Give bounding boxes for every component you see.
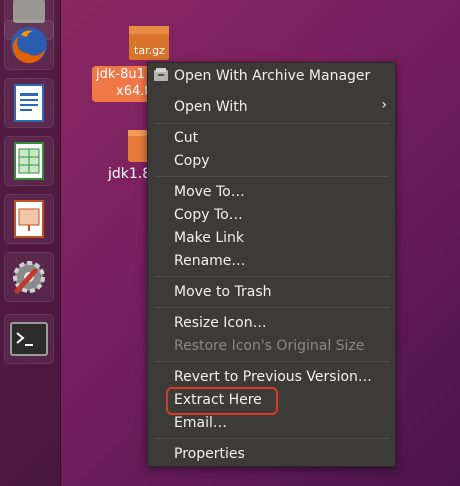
archive-file-icon[interactable]: tar.gz: [128, 24, 170, 66]
unity-launcher: [0, 0, 61, 486]
menu-separator: [154, 307, 389, 308]
archive-icon-text: tar.gz: [134, 44, 165, 57]
folder-label: jdk1.8: [108, 166, 152, 182]
menu-item-move-to[interactable]: Move To…: [174, 181, 245, 203]
menu-item-make-link[interactable]: Make Link: [174, 227, 244, 249]
terminal-icon: [10, 322, 48, 356]
terminal-launcher-button[interactable]: [4, 314, 54, 364]
menu-separator: [154, 438, 389, 439]
impress-icon: [14, 200, 44, 238]
archive-label-line2: x64.t: [116, 84, 150, 99]
settings-icon: [13, 261, 45, 294]
menu-item-properties[interactable]: Properties: [174, 443, 245, 465]
calc-launcher-button[interactable]: [4, 136, 54, 186]
menu-separator: [154, 123, 389, 124]
menu-item-cut[interactable]: Cut: [174, 127, 198, 149]
archive-label-line1: jdk-8u1: [96, 67, 145, 82]
menu-separator: [154, 361, 389, 362]
writer-icon: [14, 84, 44, 122]
menu-item-revert-previous-version[interactable]: Revert to Previous Version…: [174, 366, 372, 388]
menu-item-copy-to[interactable]: Copy To…: [174, 204, 243, 226]
settings-launcher-button[interactable]: [4, 252, 54, 302]
menu-item-move-to-trash[interactable]: Move to Trash: [174, 281, 272, 303]
menu-item-open-with[interactable]: Open With: [174, 96, 248, 118]
menu-separator: [154, 176, 389, 177]
menu-item-restore-icon-size: Restore Icon's Original Size: [174, 338, 365, 354]
menu-item-email[interactable]: Email…: [174, 412, 227, 434]
context-menu: Open With Archive Manager Open With › Cu…: [147, 62, 396, 467]
menu-item-resize-icon[interactable]: Resize Icon…: [174, 312, 267, 334]
impress-launcher-button[interactable]: [4, 194, 54, 244]
calc-icon: [14, 142, 44, 180]
submenu-arrow-icon: ›: [381, 97, 387, 113]
menu-item-rename[interactable]: Rename…: [174, 250, 245, 272]
menu-separator: [154, 276, 389, 277]
menu-item-open-archive-manager[interactable]: Open With Archive Manager: [174, 65, 370, 87]
menu-item-extract-here[interactable]: Extract Here: [174, 389, 262, 411]
menu-item-copy[interactable]: Copy: [174, 150, 210, 172]
archive-manager-icon: [154, 68, 168, 81]
writer-launcher-button[interactable]: [4, 78, 54, 128]
firefox-launcher-button[interactable]: [4, 20, 54, 70]
firefox-icon: [11, 27, 47, 64]
